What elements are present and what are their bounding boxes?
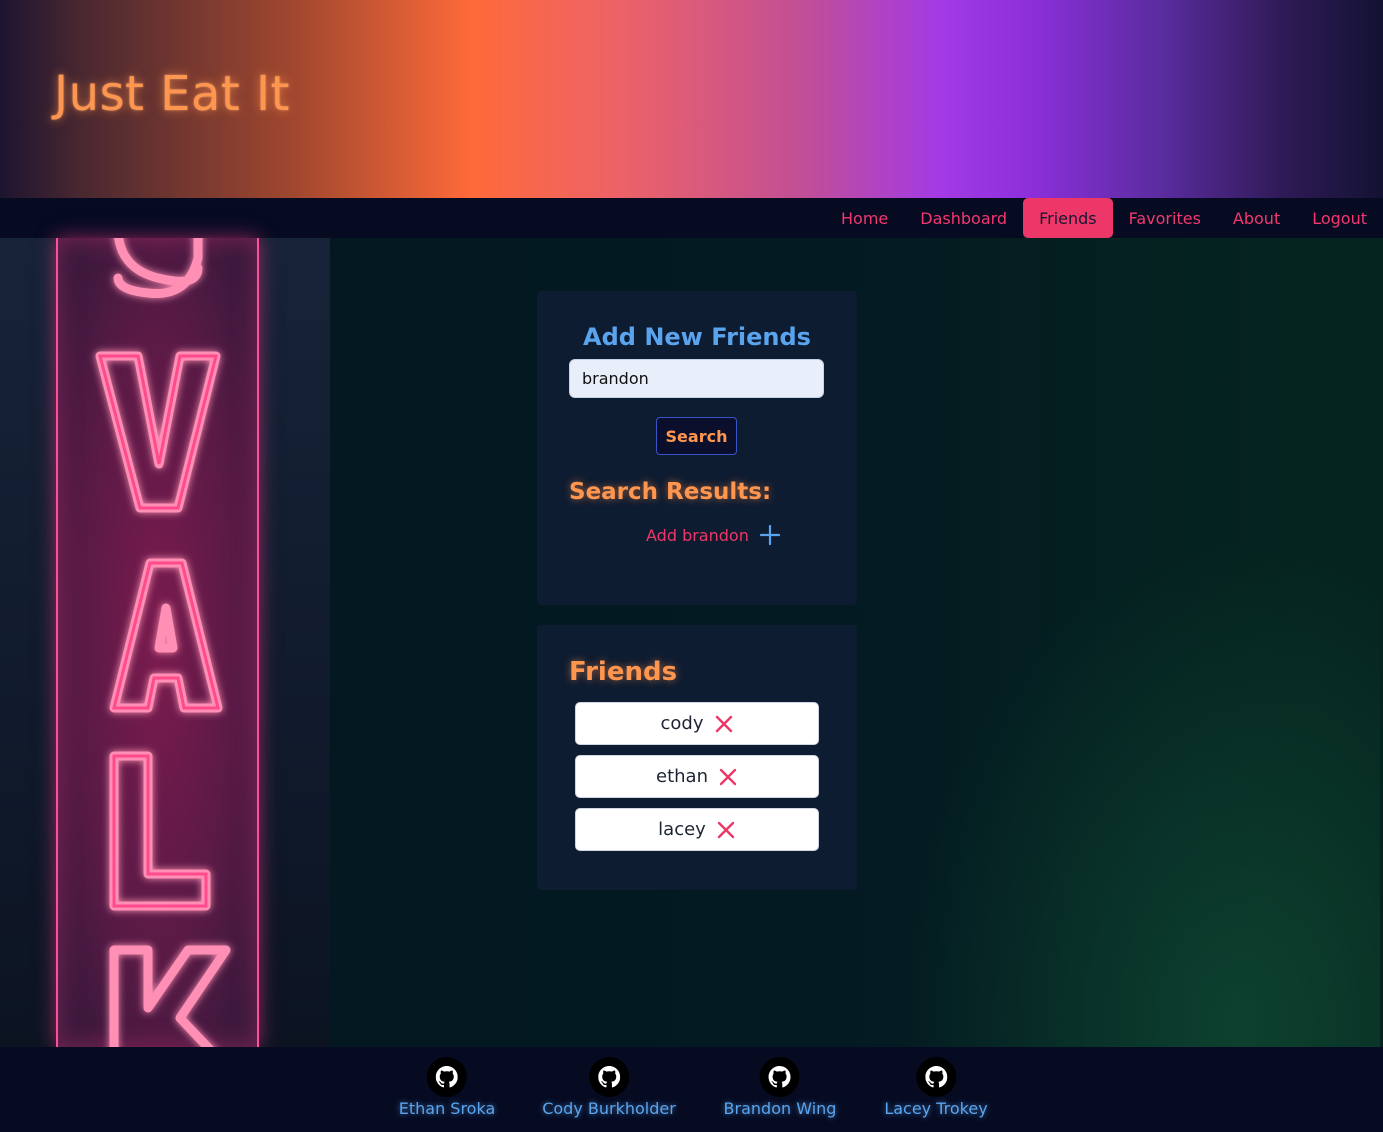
friend-search-input[interactable] (569, 359, 824, 398)
github-icon[interactable] (759, 1057, 800, 1097)
plus-icon[interactable] (759, 524, 781, 546)
add-friends-title: Add New Friends (583, 323, 811, 351)
nav-about[interactable]: About (1217, 198, 1296, 238)
search-button[interactable]: Search (656, 417, 737, 455)
nav-home[interactable]: Home (825, 198, 904, 238)
site-title: Just Eat It (54, 66, 290, 122)
github-icon[interactable] (915, 1057, 956, 1097)
github-icon[interactable] (426, 1057, 467, 1097)
friend-card: ethan (575, 755, 819, 798)
author-name[interactable]: Cody Burkholder (542, 1099, 676, 1118)
app-root: Just Eat It Home Dashboard Friends Favor… (0, 0, 1383, 1132)
nav-logout[interactable]: Logout (1296, 198, 1383, 238)
add-friends-panel: Add New Friends Search Search Results: A… (537, 291, 857, 605)
nav-dashboard[interactable]: Dashboard (904, 198, 1023, 238)
friend-card: lacey (575, 808, 819, 851)
github-icon[interactable] (589, 1057, 629, 1097)
friend-name: cody (660, 713, 704, 734)
close-icon[interactable] (718, 767, 738, 787)
neon-sign-image (56, 238, 259, 1047)
footer: Ethan Sroka Cody Burkholder Brandon Wing… (0, 1047, 1383, 1132)
add-friend-result[interactable]: Add brandon (646, 523, 781, 547)
close-icon[interactable] (716, 820, 736, 840)
author-name[interactable]: Lacey Trokey (884, 1099, 987, 1118)
author-link-ethan[interactable]: Ethan Sroka (399, 1057, 496, 1118)
author-link-brandon[interactable]: Brandon Wing (724, 1057, 837, 1118)
nav-favorites[interactable]: Favorites (1113, 198, 1217, 238)
author-link-cody[interactable]: Cody Burkholder (542, 1057, 676, 1118)
header-banner: Just Eat It (0, 0, 1383, 198)
friend-name: ethan (656, 766, 708, 787)
friend-card: cody (575, 702, 819, 745)
navbar: Home Dashboard Friends Favorites About L… (0, 198, 1383, 238)
nav-links: Home Dashboard Friends Favorites About L… (825, 198, 1383, 238)
friends-panel: Friends cody ethan lacey (537, 625, 857, 890)
author-name[interactable]: Brandon Wing (724, 1099, 837, 1118)
neon-letters-graphic (95, 238, 231, 1047)
add-friend-label[interactable]: Add brandon (646, 526, 749, 545)
friend-name: lacey (658, 819, 706, 840)
close-icon[interactable] (714, 714, 734, 734)
author-name[interactable]: Ethan Sroka (399, 1099, 496, 1118)
author-link-lacey[interactable]: Lacey Trokey (884, 1057, 988, 1118)
friends-title: Friends (569, 657, 678, 687)
nav-friends[interactable]: Friends (1023, 198, 1113, 238)
search-results-title: Search Results: (569, 479, 772, 505)
